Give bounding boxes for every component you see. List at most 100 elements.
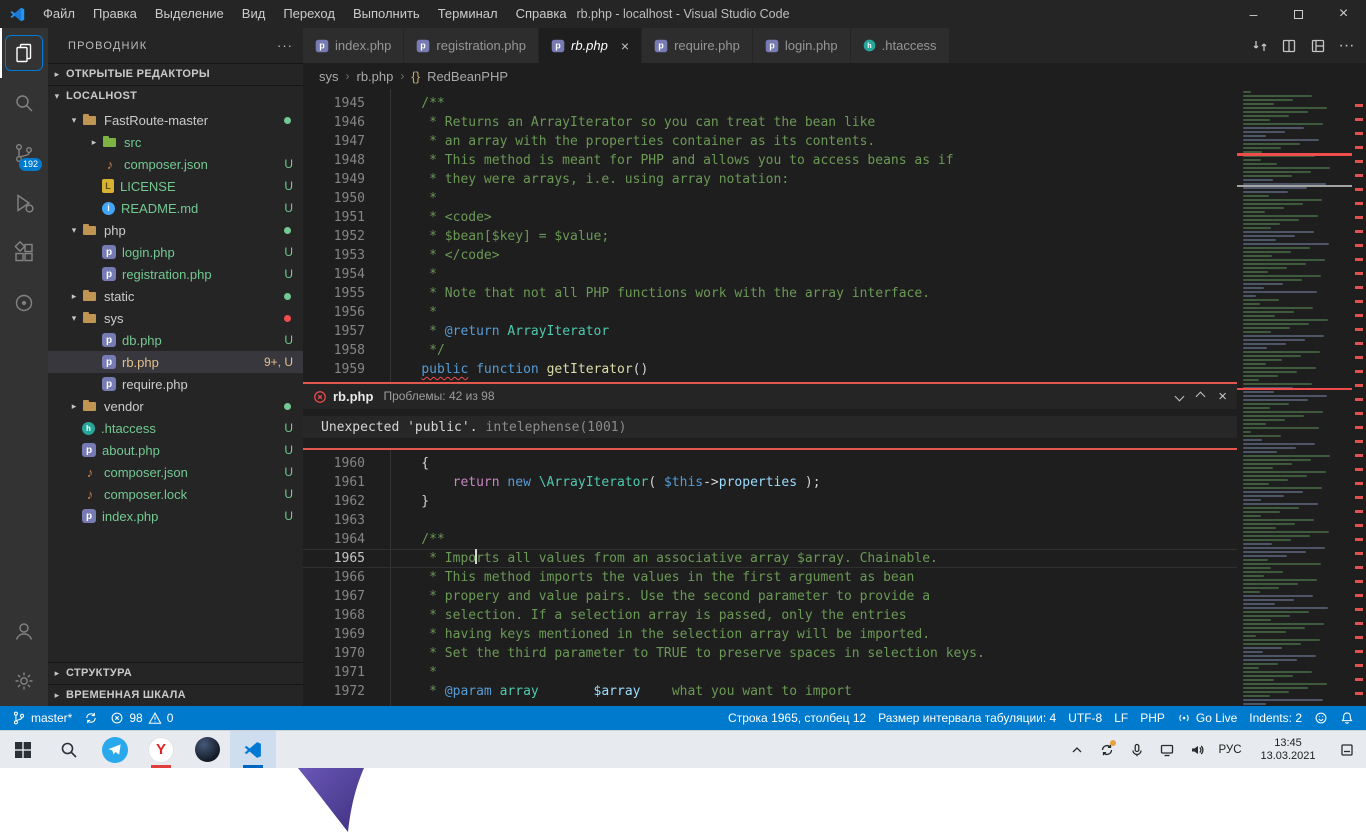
account-icon[interactable] [0,606,48,656]
layout-icon[interactable] [1304,32,1331,59]
menu-item-6[interactable]: Терминал [429,0,507,28]
code-line-1971[interactable]: 1971 * [303,663,1237,682]
tree-item[interactable]: FastRoute-master [48,109,303,131]
section-localhost[interactable]: LOCALHOST [48,85,303,107]
settings-gear-icon[interactable] [0,656,48,706]
code-line-1951[interactable]: 1951 * <code> [303,208,1237,227]
open-changes-icon[interactable] [1246,32,1273,59]
yandex-browser-button[interactable]: Y [138,731,184,768]
taskbar-search-button[interactable] [46,731,92,768]
code-line-1970[interactable]: 1970 * Set the third parameter to TRUE t… [303,644,1237,663]
breadcrumb-item[interactable]: RedBeanPHP [427,69,508,84]
tab-login.php[interactable]: login.php [753,28,851,63]
code-line-1946[interactable]: 1946 * Returns an ArrayIterator so you c… [303,113,1237,132]
close-icon[interactable]: × [1218,387,1227,406]
volume-icon[interactable] [1182,731,1212,768]
search-icon[interactable] [0,78,48,128]
code-line-1966[interactable]: 1966 * This method imports the values in… [303,568,1237,587]
code-line-1962[interactable]: 1962 } [303,492,1237,511]
telegram-button[interactable] [92,731,138,768]
breadcrumb[interactable]: sys›rb.php›{}RedBeanPHP [303,63,1366,89]
update-icon[interactable] [1092,731,1122,768]
problems-status[interactable]: 98 0 [104,706,179,730]
feedback-button[interactable] [1308,711,1334,725]
split-editor-icon[interactable] [1275,32,1302,59]
minimap[interactable] [1237,89,1352,706]
code-line-1972[interactable]: 1972 * @param array $array what you want… [303,682,1237,701]
more-actions-icon[interactable]: ··· [277,38,293,53]
chevron-down-icon[interactable] [1175,392,1185,402]
chevron-up-icon[interactable] [1196,392,1206,402]
notifications-bell[interactable] [1334,711,1360,725]
section-outline[interactable]: СТРУКТУРА [48,662,303,684]
dark-app-button[interactable] [184,731,230,768]
tree-item[interactable]: php [48,219,303,241]
minimize-button[interactable] [1231,0,1276,28]
close-icon[interactable]: × [621,38,629,54]
tree-item[interactable]: composer.jsonU [48,461,303,483]
menu-item-2[interactable]: Выделение [146,0,233,28]
code-line-1958[interactable]: 1958 */ [303,341,1237,360]
menu-item-1[interactable]: Правка [84,0,146,28]
code-line-1960[interactable]: 1960 { [303,454,1237,473]
tree-item[interactable]: registration.phpU [48,263,303,285]
vscode-taskbar-button[interactable] [230,731,276,768]
code-line-1961[interactable]: 1961 return new \ArrayIterator( $this->p… [303,473,1237,492]
tree-item[interactable]: db.phpU [48,329,303,351]
tree-item[interactable]: require.php [48,373,303,395]
language-mode[interactable]: PHP [1134,711,1171,725]
menu-item-3[interactable]: Вид [233,0,275,28]
encoding-indicator[interactable]: UTF-8 [1062,711,1108,725]
sync-button[interactable] [78,706,104,730]
branch-indicator[interactable]: master* [6,706,78,730]
more-actions-icon[interactable]: ··· [1333,32,1360,59]
tree-item[interactable]: README.mdU [48,197,303,219]
eol-indicator[interactable]: LF [1108,711,1134,725]
code-line-1956[interactable]: 1956 * [303,303,1237,322]
menu-item-7[interactable]: Справка [507,0,576,28]
code-line-1950[interactable]: 1950 * [303,189,1237,208]
code-line-1959[interactable]: 1959 public function getIterator() [303,360,1237,379]
code-line-1965[interactable]: 1965 * Imports all values from an associ… [303,549,1237,568]
code-line-1955[interactable]: 1955 * Note that not all PHP functions w… [303,284,1237,303]
code-line-1964[interactable]: 1964 /** [303,530,1237,549]
explorer-icon[interactable] [0,28,48,78]
menu-item-5[interactable]: Выполнить [344,0,429,28]
maximize-button[interactable] [1276,0,1321,28]
tab-.htaccess[interactable]: .htaccess [851,28,950,63]
section-timeline[interactable]: ВРЕМЕННАЯ ШКАЛА [48,684,303,706]
tree-item[interactable]: about.phpU [48,439,303,461]
tab-size-indicator[interactable]: Размер интервала табуляции: 4 [872,711,1062,725]
taskbar-clock[interactable]: 13:45 13.03.2021 [1248,731,1328,768]
code-line-1945[interactable]: 1945 /** [303,94,1237,113]
peek-header[interactable]: rb.php Проблемы: 42 из 98 × [303,384,1237,409]
cursor-position[interactable]: Строка 1965, столбец 12 [722,711,872,725]
extensions-icon[interactable] [0,228,48,278]
tree-item[interactable]: composer.lockU [48,483,303,505]
close-button[interactable] [1321,0,1366,28]
code-line-1968[interactable]: 1968 * selection. If a selection array i… [303,606,1237,625]
menu-item-0[interactable]: Файл [34,0,84,28]
tree-item[interactable]: .htaccessU [48,417,303,439]
menu-item-4[interactable]: Переход [274,0,344,28]
tab-rb.php[interactable]: rb.php× [539,28,642,63]
code-line-1967[interactable]: 1967 * propery and value pairs. Use the … [303,587,1237,606]
tree-item[interactable]: src [48,131,303,153]
code-line-1954[interactable]: 1954 * [303,265,1237,284]
source-control-icon[interactable]: 192 [0,128,48,178]
indents-indicator[interactable]: Indents: 2 [1243,711,1308,725]
keyboard-layout[interactable]: РУС [1212,731,1248,768]
code-line-1948[interactable]: 1948 * This method is meant for PHP and … [303,151,1237,170]
code-line-1953[interactable]: 1953 * </code> [303,246,1237,265]
code-line-1952[interactable]: 1952 * $bean[$key] = $value; [303,227,1237,246]
code-line-1947[interactable]: 1947 * an array with the properties cont… [303,132,1237,151]
breadcrumb-item[interactable]: rb.php [357,69,394,84]
go-live-button[interactable]: Go Live [1171,711,1243,725]
microphone-icon[interactable] [1122,731,1152,768]
code-line-1949[interactable]: 1949 * they were arrays, i.e. using arra… [303,170,1237,189]
tree-item[interactable]: index.phpU [48,505,303,527]
tab-require.php[interactable]: require.php [642,28,753,63]
code-line-1969[interactable]: 1969 * having keys mentioned in the sele… [303,625,1237,644]
run-debug-icon[interactable] [0,178,48,228]
tree-item[interactable]: login.phpU [48,241,303,263]
